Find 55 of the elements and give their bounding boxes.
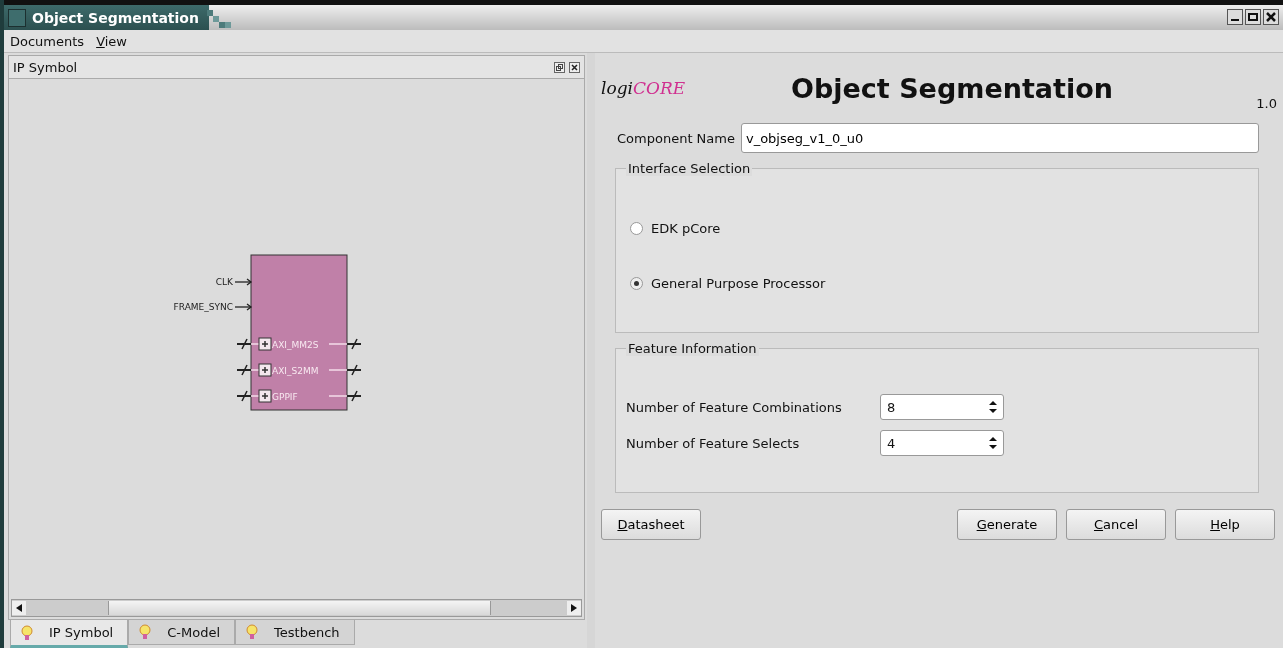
tab[interactable]: IP Symbol xyxy=(10,620,129,648)
menu-item[interactable]: Documents xyxy=(10,33,85,49)
window-title: Object Segmentation xyxy=(32,9,199,26)
input-arrow xyxy=(234,278,253,286)
radio-button[interactable] xyxy=(630,222,643,235)
radio-button[interactable] xyxy=(630,277,643,290)
light-bulb-icon xyxy=(21,624,33,641)
scroll-thumb[interactable] xyxy=(108,601,491,615)
splitter-handle[interactable] xyxy=(587,53,595,648)
light-bulb-icon xyxy=(246,624,259,640)
bus-line xyxy=(346,390,362,402)
expand-icon[interactable] xyxy=(258,389,272,403)
window-icon xyxy=(8,8,26,27)
spinner-field[interactable]: 4 xyxy=(880,430,1004,456)
pin-label: CLK xyxy=(215,277,233,287)
spin-arrows-icon[interactable] xyxy=(989,401,997,413)
component-name-field[interactable]: v_objseg_v1_0_u0 xyxy=(740,123,1259,153)
tab[interactable]: C-Model xyxy=(128,620,236,645)
field-label: Component Name xyxy=(617,130,735,146)
bus-line xyxy=(346,364,362,376)
version-label: 1.0 xyxy=(1256,96,1277,111)
input-arrow xyxy=(234,303,253,311)
radio-option[interactable]: General Purpose Processor xyxy=(630,276,1248,291)
pin-label: FRAME_SYNC xyxy=(173,302,233,312)
field-label: Number of Feature Selects xyxy=(626,435,801,451)
expand-icon[interactable] xyxy=(258,337,272,351)
bus-line xyxy=(236,390,252,402)
panel-title: IP Symbol xyxy=(13,59,79,75)
float-icon[interactable] xyxy=(554,61,565,73)
light-bulb-icon xyxy=(139,624,152,640)
spinner-field[interactable]: 8 xyxy=(880,394,1004,420)
logo: logiCORE xyxy=(601,78,687,98)
pin-label: GPPIF xyxy=(272,392,298,402)
bus-line xyxy=(346,338,362,350)
menu-item[interactable]: View xyxy=(96,33,127,49)
bus-line xyxy=(236,364,252,376)
pin-label: AXI_MM2S xyxy=(272,340,319,350)
group-title: Feature Information xyxy=(626,341,759,356)
dialog-button[interactable]: Help xyxy=(1175,509,1275,540)
spin-arrows-icon[interactable] xyxy=(989,437,997,449)
group-title: Interface Selection xyxy=(626,161,753,176)
scroll-left-icon[interactable] xyxy=(12,601,26,615)
expand-icon[interactable] xyxy=(258,363,272,377)
dialog-button[interactable]: Cancel xyxy=(1066,509,1166,540)
scroll-right-icon[interactable] xyxy=(567,601,581,615)
dialog-button[interactable]: Generate xyxy=(957,509,1057,540)
bus-line xyxy=(236,338,252,350)
datasheet-button[interactable]: Datasheet xyxy=(601,509,701,540)
pin-label: AXI_S2MM xyxy=(272,366,319,376)
tab[interactable]: Testbench xyxy=(235,620,355,645)
field-label: Number of Feature Combinations xyxy=(626,399,843,415)
page-title: Object Segmentation xyxy=(791,72,1114,104)
horizontal-scrollbar[interactable] xyxy=(11,599,582,617)
radio-option[interactable]: EDK pCore xyxy=(630,221,1248,236)
close-icon[interactable] xyxy=(569,61,580,73)
